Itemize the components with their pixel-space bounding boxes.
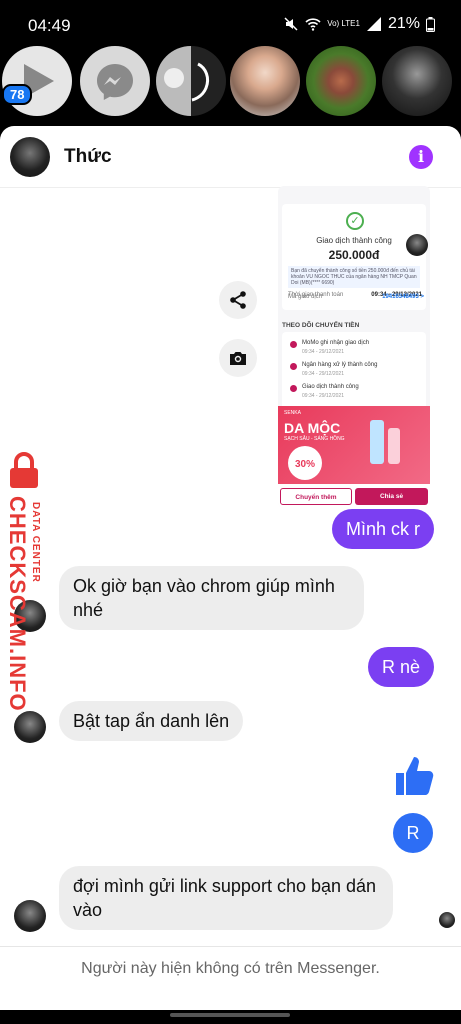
share-button[interactable] bbox=[219, 281, 257, 319]
chat-head-contact-2[interactable] bbox=[230, 46, 300, 116]
conversation-header: Thức i bbox=[0, 126, 461, 188]
transfer-steps: MoMo ghi nhận giao dịch 09:34 - 29/12/20… bbox=[282, 332, 426, 410]
receipt-image[interactable]: ✓ Giao dịch thành công 250.000đ Bạn đã c… bbox=[278, 186, 430, 508]
step-dot-icon bbox=[290, 385, 297, 392]
message-bubble-outgoing[interactable]: Mình ck r bbox=[331, 509, 434, 549]
watermark-sub: DATA CENTER bbox=[30, 502, 41, 583]
ad-discount: 30% bbox=[288, 446, 322, 480]
step-label: MoMo ghi nhận giao dịch bbox=[302, 340, 370, 346]
product-bottle-icon bbox=[370, 420, 384, 464]
ad-banner: SENKA DA MỘC SẠCH SÂU - SÁNG HỒNG 30% bbox=[278, 406, 430, 484]
network-label: Vo) LTE1 bbox=[327, 19, 360, 28]
avatar-sketch-icon bbox=[164, 62, 210, 102]
status-bar: 04:49 Vo) LTE1 21% bbox=[0, 0, 461, 44]
unread-badge: 78 bbox=[2, 84, 33, 105]
step-dot-icon bbox=[290, 363, 297, 370]
step-time: 09:34 - 29/12/2021 bbox=[302, 371, 344, 377]
battery-icon bbox=[426, 16, 435, 32]
step-label: Giao dịch thành công bbox=[302, 384, 359, 390]
signal-icon bbox=[366, 17, 381, 31]
contact-name[interactable]: Thức bbox=[64, 146, 112, 168]
message-bubble-outgoing[interactable]: R bbox=[393, 813, 433, 853]
track-title: THEO DÕI CHUYỂN TIỀN bbox=[282, 322, 360, 329]
sender-avatar[interactable] bbox=[14, 711, 46, 743]
ad-brand: SENKA bbox=[284, 410, 301, 416]
message-bubble-outgoing[interactable]: R nè bbox=[367, 647, 434, 687]
step-label: Ngân hàng xử lý thành công bbox=[302, 362, 378, 368]
receipt-buttons: Chuyển thêm Chia sẻ bbox=[278, 484, 430, 508]
receipt-avatar bbox=[406, 234, 428, 256]
message-bubble-incoming[interactable]: Bật tap ẩn danh lên bbox=[59, 701, 244, 741]
like-thumb-icon[interactable] bbox=[392, 753, 434, 797]
step-dot-icon bbox=[290, 341, 297, 348]
home-indicator[interactable] bbox=[170, 1013, 290, 1017]
message-bubble-incoming[interactable]: đợi mình gửi link support cho bạn dán và… bbox=[59, 866, 393, 930]
lock-icon bbox=[10, 452, 38, 488]
receipt-status: Giao dịch thành công bbox=[316, 236, 392, 245]
mute-icon bbox=[284, 17, 298, 31]
code-value: 19416348493 > bbox=[382, 294, 424, 300]
clock: 04:49 bbox=[28, 16, 71, 35]
watermark-main: CHECKSCAM.INFO bbox=[5, 496, 30, 712]
ad-title: DA MỘC bbox=[284, 420, 341, 436]
product-tube-icon bbox=[388, 428, 400, 464]
step-time: 09:34 - 29/12/2021 bbox=[302, 393, 344, 399]
messenger-icon bbox=[97, 64, 133, 100]
receipt-note: Bạn đã chuyển thành công số tiền 250.000… bbox=[288, 266, 420, 288]
share-receipt-button: Chia sẻ bbox=[355, 488, 428, 505]
seen-indicator-avatar bbox=[439, 912, 455, 928]
ad-subtitle: SẠCH SÂU - SÁNG HỒNG bbox=[284, 436, 345, 442]
chat-heads-row: 78 bbox=[0, 40, 461, 124]
chat-head-play[interactable] bbox=[2, 46, 72, 116]
contact-avatar[interactable] bbox=[10, 137, 50, 177]
chat-head-messenger[interactable] bbox=[80, 46, 150, 116]
play-icon bbox=[24, 64, 54, 98]
camera-icon bbox=[230, 352, 246, 365]
chat-head-contact-1[interactable] bbox=[156, 46, 226, 116]
watermark: CHECKSCAM.INFO DATA CENTER bbox=[0, 450, 50, 712]
info-icon[interactable]: i bbox=[409, 145, 433, 169]
chat-head-contact-3[interactable] bbox=[306, 46, 376, 116]
conversation-panel: Thức i ✓ Giao dịch thành công 250.000đ B… bbox=[0, 126, 461, 1010]
unavailable-notice: Người này hiện không có trên Messenger. bbox=[0, 946, 461, 1010]
wifi-icon bbox=[305, 18, 321, 31]
share-icon bbox=[230, 291, 246, 309]
sender-avatar[interactable] bbox=[14, 900, 46, 932]
camera-button[interactable] bbox=[219, 339, 257, 377]
code-label: Mã giao dịch bbox=[288, 294, 323, 300]
check-icon: ✓ bbox=[346, 212, 364, 230]
status-icons: Vo) LTE1 21% bbox=[283, 15, 435, 33]
chat-head-thuc[interactable] bbox=[382, 46, 452, 116]
receipt-amount: 250.000đ bbox=[328, 248, 380, 262]
message-bubble-incoming[interactable]: Ok giờ bạn vào chrom giúp mình nhé bbox=[59, 566, 364, 630]
receipt-code-row: Mã giao dịch 19416348493 > bbox=[288, 294, 424, 300]
transfer-more-button: Chuyển thêm bbox=[280, 488, 352, 505]
battery-percent: 21% bbox=[387, 15, 420, 32]
step-time: 09:34 - 29/12/2021 bbox=[302, 349, 344, 355]
